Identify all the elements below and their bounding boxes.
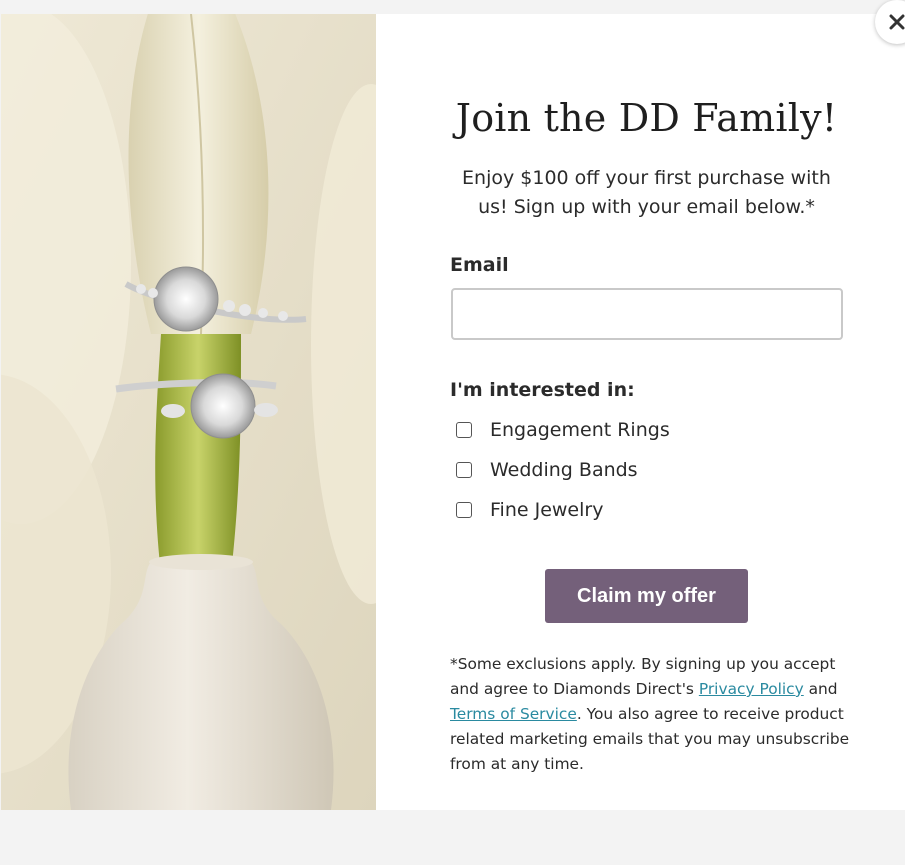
option-wedding-bands[interactable]: Wedding Bands: [456, 458, 638, 482]
privacy-policy-link[interactable]: Privacy Policy: [699, 680, 804, 698]
close-icon: [889, 14, 905, 30]
terms-of-service-link[interactable]: Terms of Service: [450, 705, 577, 723]
signup-form: Join the DD Family! Enjoy $100 off your …: [376, 14, 905, 810]
option-fine-jewelry[interactable]: Fine Jewelry: [456, 498, 603, 522]
wedding-bands-checkbox[interactable]: [456, 462, 472, 478]
engagement-rings-checkbox[interactable]: [456, 422, 472, 438]
claim-offer-button[interactable]: Claim my offer: [545, 569, 748, 623]
signup-modal: Join the DD Family! Enjoy $100 off your …: [1, 14, 905, 810]
wedding-bands-label[interactable]: Wedding Bands: [490, 458, 638, 482]
fine-jewelry-checkbox[interactable]: [456, 502, 472, 518]
email-label: Email: [450, 254, 509, 276]
email-input[interactable]: [451, 288, 843, 340]
modal-title: Join the DD Family!: [455, 96, 838, 140]
engagement-rings-label[interactable]: Engagement Rings: [490, 418, 670, 442]
disclaimer-text: *Some exclusions apply. By signing up yo…: [450, 652, 850, 777]
disclaimer-part-2: and: [803, 680, 838, 698]
option-engagement-rings[interactable]: Engagement Rings: [456, 418, 670, 442]
fine-jewelry-label[interactable]: Fine Jewelry: [490, 498, 603, 522]
hero-image: [1, 14, 376, 810]
interests-label: I'm interested in:: [450, 379, 635, 401]
modal-subtitle: Enjoy $100 off your first purchase with …: [462, 167, 831, 218]
